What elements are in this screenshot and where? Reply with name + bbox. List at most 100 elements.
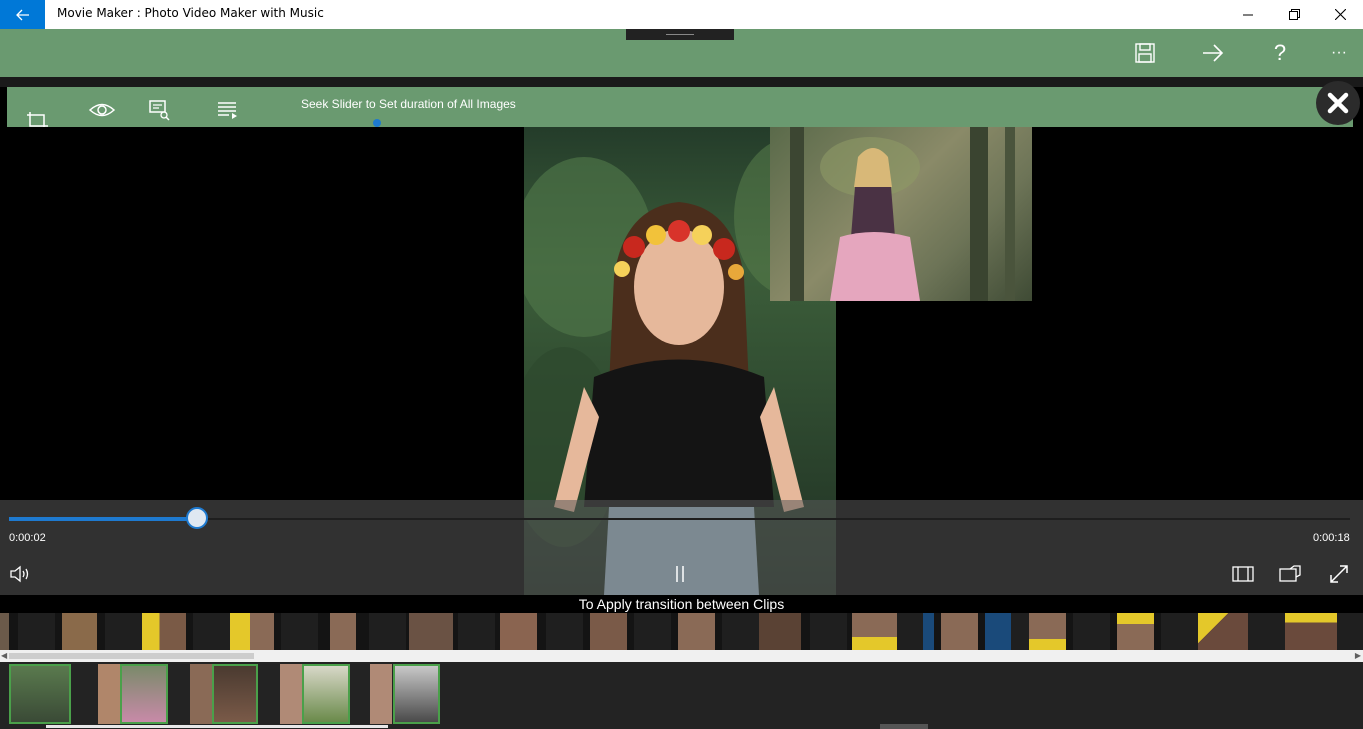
image-search-button[interactable]	[145, 97, 175, 123]
scroll-left-icon[interactable]: ◀	[1, 651, 7, 660]
clip-thumbnail[interactable]	[212, 664, 258, 724]
transition-slot[interactable]	[18, 613, 55, 650]
volume-button[interactable]	[8, 562, 34, 586]
transition-thumb[interactable]	[0, 613, 9, 650]
duration-slider-thumb[interactable]	[373, 119, 381, 127]
volume-icon	[10, 565, 29, 583]
transition-thumb[interactable]	[409, 613, 453, 650]
transition-thumb[interactable]	[142, 613, 186, 650]
transition-slot[interactable]	[722, 613, 759, 650]
clip-thumbnail[interactable]	[393, 664, 440, 724]
transition-thumb[interactable]	[759, 613, 801, 650]
eye-icon	[89, 103, 115, 117]
transition-slot[interactable]	[105, 613, 142, 650]
divider	[0, 77, 1363, 87]
tray-scrollbar[interactable]	[880, 724, 928, 729]
transition-slot[interactable]	[634, 613, 671, 650]
transition-thumb[interactable]	[1198, 613, 1248, 650]
editor-tool-bar: Seek Slider to Set duration of All Image…	[7, 87, 1353, 127]
cast-icon	[1279, 565, 1301, 582]
transition-slot[interactable]	[1011, 613, 1031, 650]
title-bar: Movie Maker : Photo Video Maker with Mus…	[0, 0, 1363, 29]
transition-slot[interactable]	[458, 613, 495, 650]
transition-thumb[interactable]	[330, 613, 356, 650]
save-icon	[1135, 43, 1155, 63]
transition-slot[interactable]	[810, 613, 847, 650]
preview-photo-overlay	[770, 127, 1032, 301]
restore-button[interactable]	[1271, 0, 1317, 29]
scrollbar-thumb[interactable]	[9, 653, 254, 659]
crop-icon	[27, 112, 48, 127]
aspect-ratio-button[interactable]	[1230, 562, 1256, 586]
close-editor-button[interactable]	[1316, 81, 1360, 125]
minimize-button[interactable]	[1225, 0, 1271, 29]
player-controls: 0:00:02 0:00:18	[0, 500, 1363, 595]
clip-thumbnail[interactable]	[120, 664, 168, 724]
more-icon: ···	[1331, 44, 1347, 61]
transition-thumb[interactable]	[500, 613, 537, 650]
fullscreen-icon	[1330, 565, 1348, 583]
drag-handle[interactable]	[626, 29, 734, 40]
clip-thumbnail[interactable]	[302, 664, 350, 724]
transition-slot[interactable]	[1337, 613, 1363, 650]
seek-thumb[interactable]	[185, 507, 208, 529]
close-icon	[1334, 9, 1346, 20]
current-time: 0:00:02	[9, 532, 46, 544]
pause-icon	[676, 566, 684, 582]
clip-thumbnail[interactable]	[190, 664, 212, 724]
transition-slot[interactable]	[897, 613, 923, 650]
seek-progress	[9, 517, 197, 521]
back-arrow-icon	[15, 9, 29, 20]
transition-thumb[interactable]	[590, 613, 627, 650]
restore-icon	[1288, 9, 1300, 20]
clip-thumbnail[interactable]	[9, 664, 71, 724]
transition-thumb[interactable]	[923, 613, 934, 650]
next-button[interactable]	[1197, 38, 1229, 68]
minimize-icon	[1243, 14, 1253, 15]
transition-slot[interactable]	[1161, 613, 1198, 650]
transition-thumb[interactable]	[62, 613, 97, 650]
playlist-icon	[218, 102, 237, 119]
transition-thumb[interactable]	[1029, 613, 1066, 650]
transition-thumb[interactable]	[941, 613, 978, 650]
close-window-button[interactable]	[1317, 0, 1363, 29]
transition-thumb[interactable]	[1285, 613, 1337, 650]
image-search-icon	[149, 100, 170, 121]
pause-button[interactable]	[667, 562, 693, 586]
transition-thumb[interactable]	[1117, 613, 1154, 650]
transition-slot[interactable]	[546, 613, 583, 650]
transition-label: To Apply transition between Clips	[0, 595, 1363, 613]
transition-thumb[interactable]	[852, 613, 897, 650]
more-button[interactable]: ···	[1323, 38, 1355, 68]
preview-button[interactable]	[87, 97, 117, 123]
clip-thumbnail[interactable]	[280, 664, 302, 724]
clip-thumbnail[interactable]	[370, 664, 392, 724]
transition-scrollbar[interactable]: ◀ ▶	[0, 650, 1363, 662]
preview-stage: Seek Slider to Set duration of All Image…	[0, 77, 1363, 595]
next-arrow-icon	[1203, 44, 1224, 62]
help-button[interactable]: ?	[1264, 38, 1296, 68]
transition-slot[interactable]	[1248, 613, 1285, 650]
cast-button[interactable]	[1277, 562, 1303, 586]
transition-thumb[interactable]	[678, 613, 715, 650]
transition-thumb[interactable]	[985, 613, 1011, 650]
total-time: 0:00:18	[1313, 532, 1350, 544]
seek-track[interactable]	[9, 507, 1350, 529]
aspect-ratio-icon	[1232, 566, 1254, 582]
close-x-icon	[1327, 92, 1349, 114]
save-button[interactable]	[1129, 38, 1161, 68]
playlist-button[interactable]	[213, 97, 243, 123]
clip-thumbnail[interactable]	[98, 664, 120, 724]
top-toolbar: ? ···	[0, 29, 1363, 77]
transition-slot[interactable]	[281, 613, 318, 650]
back-button[interactable]	[0, 0, 45, 29]
crop-button[interactable]	[23, 107, 53, 127]
transition-slot[interactable]	[1073, 613, 1110, 650]
transition-thumb[interactable]	[230, 613, 274, 650]
fullscreen-button[interactable]	[1326, 562, 1352, 586]
transition-slot[interactable]	[369, 613, 406, 650]
scroll-right-icon[interactable]: ▶	[1355, 651, 1361, 660]
help-icon: ?	[1273, 40, 1287, 65]
transition-slot[interactable]	[193, 613, 230, 650]
tray-progress	[46, 725, 388, 728]
